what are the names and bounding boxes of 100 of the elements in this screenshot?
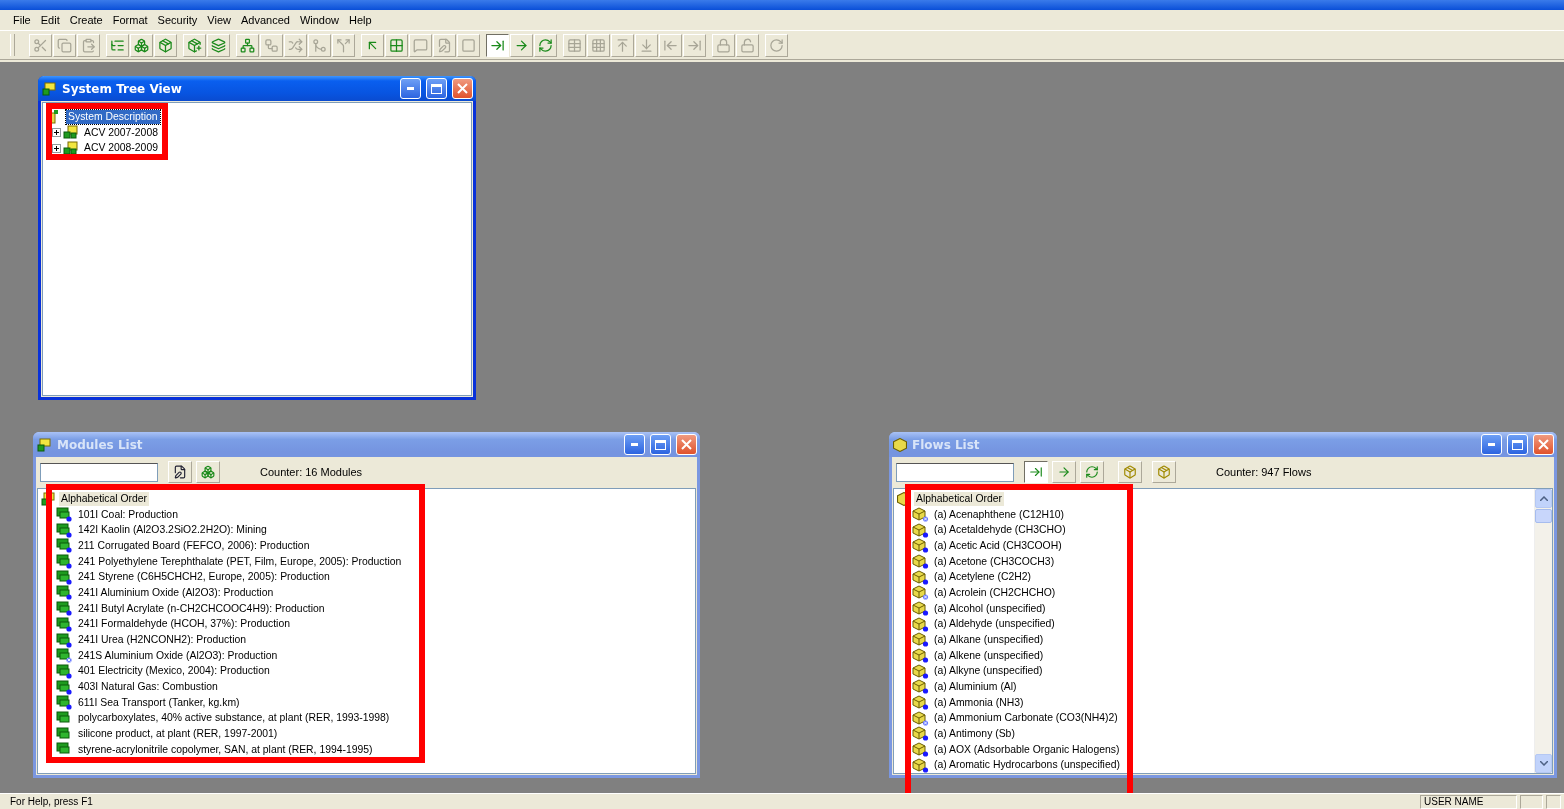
menu-item[interactable]: Create xyxy=(64,14,108,26)
minimize-icon xyxy=(631,443,638,446)
search-field[interactable] xyxy=(40,462,158,482)
menu-item[interactable]: Format xyxy=(107,14,153,26)
list-item[interactable]: (a) Acetic Acid (CH3COOH) xyxy=(932,538,1064,553)
list-item[interactable]: 611I Sea Transport (Tanker, kg.km) xyxy=(76,695,242,710)
minimize-button[interactable] xyxy=(1481,434,1502,455)
group-label[interactable]: Alphabetical Order xyxy=(59,491,150,506)
arrow-up-icon xyxy=(1539,496,1548,501)
arrow-down-icon xyxy=(639,37,654,53)
list-item[interactable]: 403I Natural Gas: Combustion xyxy=(76,680,220,695)
list-item[interactable]: 241I Aluminium Oxide (Al2O3): Production xyxy=(76,585,276,600)
close-icon xyxy=(457,83,468,94)
list-item[interactable]: (a) Acetaldehyde (CH3CHO) xyxy=(932,523,1068,538)
cube-icon xyxy=(912,757,929,773)
list-item[interactable]: (a) Acetone (CH3COCH3) xyxy=(932,554,1057,569)
list-item[interactable]: 142I Kaolin (Al2O3.2SiO2.2H2O): Mining xyxy=(76,523,269,538)
cube-icon xyxy=(912,616,929,632)
cube-icon xyxy=(912,569,929,585)
menu-item[interactable]: Edit xyxy=(35,14,65,26)
module-icon xyxy=(56,601,73,617)
close-button[interactable] xyxy=(676,434,697,455)
search-field[interactable] xyxy=(896,462,1014,482)
cube-icon xyxy=(912,695,929,711)
list-item[interactable]: (a) Alkene (unspecified) xyxy=(932,648,1046,663)
list-item[interactable]: 241I Formaldehyde (HCOH, 37%): Production xyxy=(76,617,292,632)
menu-item[interactable]: File xyxy=(8,14,36,26)
scrollbar[interactable] xyxy=(1534,489,1552,773)
tree-item[interactable]: ACV 2008-2009 xyxy=(82,141,160,156)
module-icon xyxy=(56,569,73,585)
boxes-icon xyxy=(201,465,215,479)
maximize-button[interactable] xyxy=(426,78,447,99)
arrow-up-icon xyxy=(615,37,630,53)
speech-bubble-icon xyxy=(413,37,428,53)
list-item[interactable]: 241 Polyethylene Terephthalate (PET, Film, Europe, 2005): Production xyxy=(76,554,404,569)
menu-item[interactable]: Advanced xyxy=(236,14,295,26)
list-item[interactable]: (a) Alcohol (unspecified) xyxy=(932,601,1048,616)
list-item[interactable]: polycarboxylates, 40% active substance, at plant (RER, 1993-1998) xyxy=(76,711,392,726)
list-item[interactable]: 241I Urea (H2NCONH2): Production xyxy=(76,633,249,648)
status-text: For Help, press F1 xyxy=(9,796,94,807)
module-icon xyxy=(56,538,73,554)
list-item[interactable]: (a) Aluminium (Al) xyxy=(932,679,1019,694)
tree-item[interactable]: System Description xyxy=(66,109,160,124)
maximize-button[interactable] xyxy=(1507,434,1528,455)
status-panel xyxy=(1520,794,1543,809)
maximize-button[interactable] xyxy=(650,434,671,455)
list-item[interactable]: (a) Aromatic Hydrocarbons (unspecified) xyxy=(932,758,1122,773)
close-button[interactable] xyxy=(452,78,473,99)
minimize-button[interactable] xyxy=(624,434,645,455)
close-button[interactable] xyxy=(1533,434,1554,455)
minimize-button[interactable] xyxy=(400,78,421,99)
list-item[interactable]: (a) Acrolein (CH2CHCHO) xyxy=(932,585,1058,600)
expand-toggle[interactable] xyxy=(52,143,61,153)
cube-icon xyxy=(912,632,929,648)
package-plus-icon xyxy=(187,37,202,53)
module-icon xyxy=(56,710,73,726)
list-item[interactable]: (a) Alkane (unspecified) xyxy=(932,632,1046,647)
list-item[interactable]: 401 Electricity (Mexico, 2004): Production xyxy=(76,664,272,679)
menu-item[interactable]: Window xyxy=(294,14,345,26)
cube-icon xyxy=(912,601,929,617)
list-item[interactable]: 241S Aluminium Oxide (Al2O3): Production xyxy=(76,648,280,663)
list-item[interactable]: (a) Acetylene (C2H2) xyxy=(932,570,1034,585)
cube-icon xyxy=(893,437,907,452)
list-item[interactable]: (a) Acenaphthene (C12H10) xyxy=(932,507,1066,522)
module-icon xyxy=(56,663,73,679)
group-label[interactable]: Alphabetical Order xyxy=(914,491,1005,506)
list-item[interactable]: styrene-acrylonitrile copolymer, SAN, at plant (RER, 1994-1995) xyxy=(76,742,375,757)
module-icon xyxy=(56,648,73,664)
expand-toggle[interactable] xyxy=(52,128,61,138)
list-item[interactable]: (a) Antimony (Sb) xyxy=(932,726,1017,741)
cube-icon xyxy=(912,726,929,742)
list-item[interactable]: (a) AOX (Adsorbable Organic Halogens) xyxy=(932,742,1122,757)
lock-icon xyxy=(716,37,731,53)
cube-icon xyxy=(912,663,929,679)
list-item[interactable]: 211 Corrugated Board (FEFCO, 2006): Production xyxy=(76,538,312,553)
cube-icon xyxy=(912,507,929,522)
menu-item[interactable]: Help xyxy=(344,14,377,26)
tree-item[interactable]: ACV 2007-2008 xyxy=(82,125,160,140)
scroll-thumb[interactable] xyxy=(1535,509,1552,523)
list-item[interactable]: silicone product, at plant (RER, 1997-2001) xyxy=(76,727,280,742)
close-icon xyxy=(681,439,692,450)
module-icon xyxy=(56,616,73,632)
menu-item[interactable]: Security xyxy=(152,14,203,26)
window-title: System Tree View xyxy=(62,81,183,96)
layers-icon xyxy=(211,37,226,53)
grid-icon xyxy=(389,37,404,53)
menu-item[interactable]: View xyxy=(202,14,236,26)
list-item[interactable]: (a) Aldehyde (unspecified) xyxy=(932,617,1057,632)
list-item[interactable]: 101I Coal: Production xyxy=(76,507,180,522)
module-icon xyxy=(56,632,73,648)
list-item[interactable]: 241 Styrene (C6H5CHCH2, Europe, 2005): Production xyxy=(76,570,332,585)
list-item[interactable]: (a) Alkyne (unspecified) xyxy=(932,664,1045,679)
network-icon xyxy=(63,140,80,156)
cube-icon xyxy=(912,554,929,569)
arrow-down-icon xyxy=(1539,761,1548,766)
list-item[interactable]: (a) Ammonia (NH3) xyxy=(932,695,1026,710)
unlock-icon xyxy=(740,37,755,53)
list-item[interactable]: (a) Ammonium Carbonate (CO3(NH4)2) xyxy=(932,711,1120,726)
module-icon xyxy=(56,554,73,570)
list-item[interactable]: 241I Butyl Acrylate (n-CH2CHCOOC4H9): Production xyxy=(76,601,327,616)
